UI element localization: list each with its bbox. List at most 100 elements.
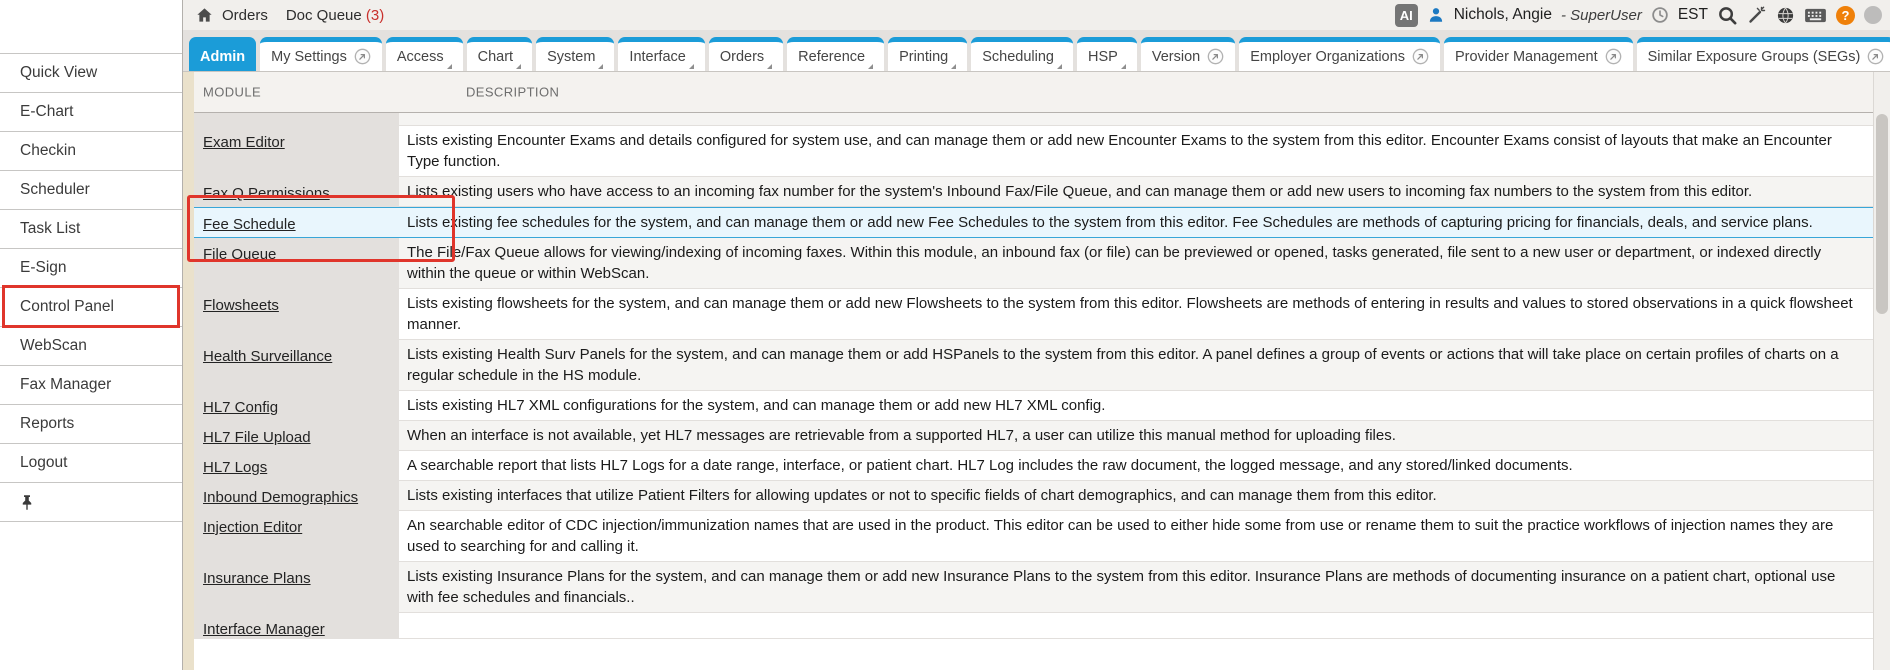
module-link-fax-q-permissions[interactable]: Fax Q Permissions — [203, 185, 330, 202]
sidebar-item-quick-view[interactable]: Quick View — [0, 54, 182, 93]
sidebar-item-scheduler[interactable]: Scheduler — [0, 171, 182, 210]
sidebar-item-webscan[interactable]: WebScan — [0, 327, 182, 366]
module-link-insurance-plans[interactable]: Insurance Plans — [203, 570, 311, 587]
sidebar-item-checkin[interactable]: Checkin — [0, 132, 182, 171]
globe-icon[interactable] — [1776, 6, 1795, 25]
vertical-scrollbar[interactable] — [1873, 72, 1890, 670]
tab-orders[interactable]: Orders — [709, 37, 783, 71]
user-name: Nichols, Angie — [1454, 6, 1552, 24]
module-link-hl7-file-upload[interactable]: HL7 File Upload — [203, 429, 311, 446]
magic-wand-icon[interactable] — [1747, 5, 1767, 25]
timezone-label: EST — [1678, 6, 1708, 24]
tab-scheduling[interactable]: Scheduling — [971, 37, 1073, 71]
table-row-exam-editor: Exam EditorLists existing Encounter Exam… — [194, 126, 1874, 177]
sidebar-item-control-panel[interactable]: Control Panel — [0, 288, 182, 327]
breadcrumb-doc-queue[interactable]: Doc Queue (3) — [286, 7, 384, 24]
tab-label: Scheduling — [982, 49, 1054, 65]
tab-admin[interactable]: Admin — [189, 37, 256, 71]
description-cell: A searchable report that lists HL7 Logs … — [399, 451, 1874, 481]
module-link-inbound-demographics[interactable]: Inbound Demographics — [203, 489, 358, 506]
scrollbar-thumb[interactable] — [1876, 114, 1888, 314]
home-icon[interactable] — [195, 6, 214, 25]
module-cell: Interface Manager — [194, 613, 399, 639]
table-row-injection-editor: Injection Editor An searchable editor of … — [194, 511, 1874, 562]
module-cell: HL7 Config — [194, 391, 399, 421]
table-row-inbound-demographics: Inbound Demographics Lists existing inter… — [194, 481, 1874, 511]
sidebar-item-label: Logout — [20, 454, 67, 472]
table-row-interface-manager: Interface Manager — [194, 613, 1874, 639]
help-icon[interactable]: ? — [1836, 6, 1855, 25]
dropdown-notch-icon — [868, 64, 873, 69]
dropdown-notch-icon — [1121, 64, 1126, 69]
dropdown-notch-icon — [767, 64, 772, 69]
ai-badge: AI — [1395, 4, 1418, 27]
sidebar-item-label: Task List — [20, 220, 80, 238]
module-cell: Fax Q Permissions — [194, 177, 399, 207]
sidebar: Quick ViewE-Chart Checkin Scheduler Task Li… — [0, 0, 182, 670]
sidebar-item-label: WebScan — [20, 337, 87, 355]
module-cell: File Queue — [194, 238, 399, 289]
tab-similar-exposure-groups-segs[interactable]: Similar Exposure Groups (SEGs) — [1637, 37, 1890, 71]
external-link-icon — [1867, 48, 1884, 65]
description-cell: An searchable editor of CDC injection/im… — [399, 511, 1874, 562]
module-link-hl7-logs[interactable]: HL7 Logs — [203, 459, 267, 476]
user-area: AI Nichols, Angie - SuperUser EST ? — [1395, 4, 1884, 27]
module-cell: Insurance Plans — [194, 562, 399, 613]
module-link-health-surveillance[interactable]: Health Surveillance — [203, 348, 332, 365]
status-dot-icon — [1864, 6, 1882, 24]
module-link-exam-editor[interactable]: Exam Editor — [203, 134, 285, 151]
tab-interface[interactable]: Interface — [618, 37, 704, 71]
module-link-hl7-config[interactable]: HL7 Config — [203, 399, 278, 416]
sidebar-item-label: Checkin — [20, 142, 76, 160]
description-cell: The File/Fax Queue allows for viewing/in… — [399, 238, 1874, 289]
module-link-flowsheets[interactable]: Flowsheets — [203, 297, 279, 314]
tab-label: Chart — [478, 49, 513, 65]
module-link-fee-schedule[interactable]: Fee Schedule — [203, 216, 296, 233]
description-cell: Lists existing fee schedules for the sys… — [399, 208, 1874, 237]
column-header-description: DESCRIPTION — [466, 85, 559, 100]
clock-icon — [1651, 6, 1669, 24]
sidebar-item-e-sign[interactable]: E-Sign — [0, 249, 182, 288]
tab-hsp[interactable]: HSP — [1077, 37, 1137, 71]
tab-access[interactable]: Access — [386, 37, 463, 71]
tab-version[interactable]: Version — [1141, 37, 1235, 71]
sidebar-item-label: E-Sign — [20, 259, 67, 277]
user-icon — [1427, 6, 1445, 24]
main-region: Orders Doc Queue (3) AI Nichols, Angie -… — [182, 0, 1890, 670]
tab-provider-management[interactable]: Provider Management — [1444, 37, 1633, 71]
tab-employer-organizations[interactable]: Employer Organizations — [1239, 37, 1440, 71]
sidebar-item-reports[interactable]: Reports — [0, 405, 182, 444]
dropdown-notch-icon — [516, 64, 521, 69]
sidebar-item-e-chart[interactable]: E-Chart — [0, 93, 182, 132]
tab-my-settings[interactable]: My Settings — [260, 37, 382, 71]
module-cell: Inbound Demographics — [194, 481, 399, 511]
module-cell: Exam Editor — [194, 126, 399, 177]
sidebar-item-task-list[interactable]: Task List — [0, 210, 182, 249]
description-cell: Lists existing interfaces that utilize P… — [399, 481, 1874, 511]
module-link-injection-editor[interactable]: Injection Editor — [203, 519, 302, 536]
dropdown-notch-icon — [598, 64, 603, 69]
module-link-file-queue[interactable]: File Queue — [203, 246, 276, 263]
tab-chart[interactable]: Chart — [467, 37, 532, 71]
module-cell: Fee Schedule — [194, 208, 399, 237]
tab-system[interactable]: System — [536, 37, 614, 71]
external-link-icon — [1207, 48, 1224, 65]
sidebar-item-fax-manager[interactable]: Fax Manager — [0, 366, 182, 405]
module-cell: Health Surveillance — [194, 340, 399, 391]
clipped-row — [194, 113, 1874, 126]
tab-reference[interactable]: Reference — [787, 37, 884, 71]
doc-queue-count-badge: (3) — [366, 7, 384, 24]
external-link-icon — [354, 48, 371, 65]
table-row-hl7-config: HL7 ConfigLists existing HL7 XML configu… — [194, 391, 1874, 421]
tab-printing[interactable]: Printing — [888, 37, 967, 71]
sidebar-pin-toggle[interactable] — [0, 483, 182, 522]
breadcrumb-orders[interactable]: Orders — [222, 7, 268, 24]
table-row-hl7-file-upload: HL7 File UploadWhen an interface is not … — [194, 421, 1874, 451]
search-icon[interactable] — [1717, 5, 1738, 26]
tab-label: Employer Organizations — [1250, 49, 1405, 65]
keyboard-icon[interactable] — [1804, 7, 1827, 24]
sidebar-item-logout[interactable]: Logout — [0, 444, 182, 483]
tab-label: Access — [397, 49, 444, 65]
description-cell: Lists existing users who have access to … — [399, 177, 1874, 207]
module-link-interface-manager[interactable]: Interface Manager — [203, 621, 325, 638]
